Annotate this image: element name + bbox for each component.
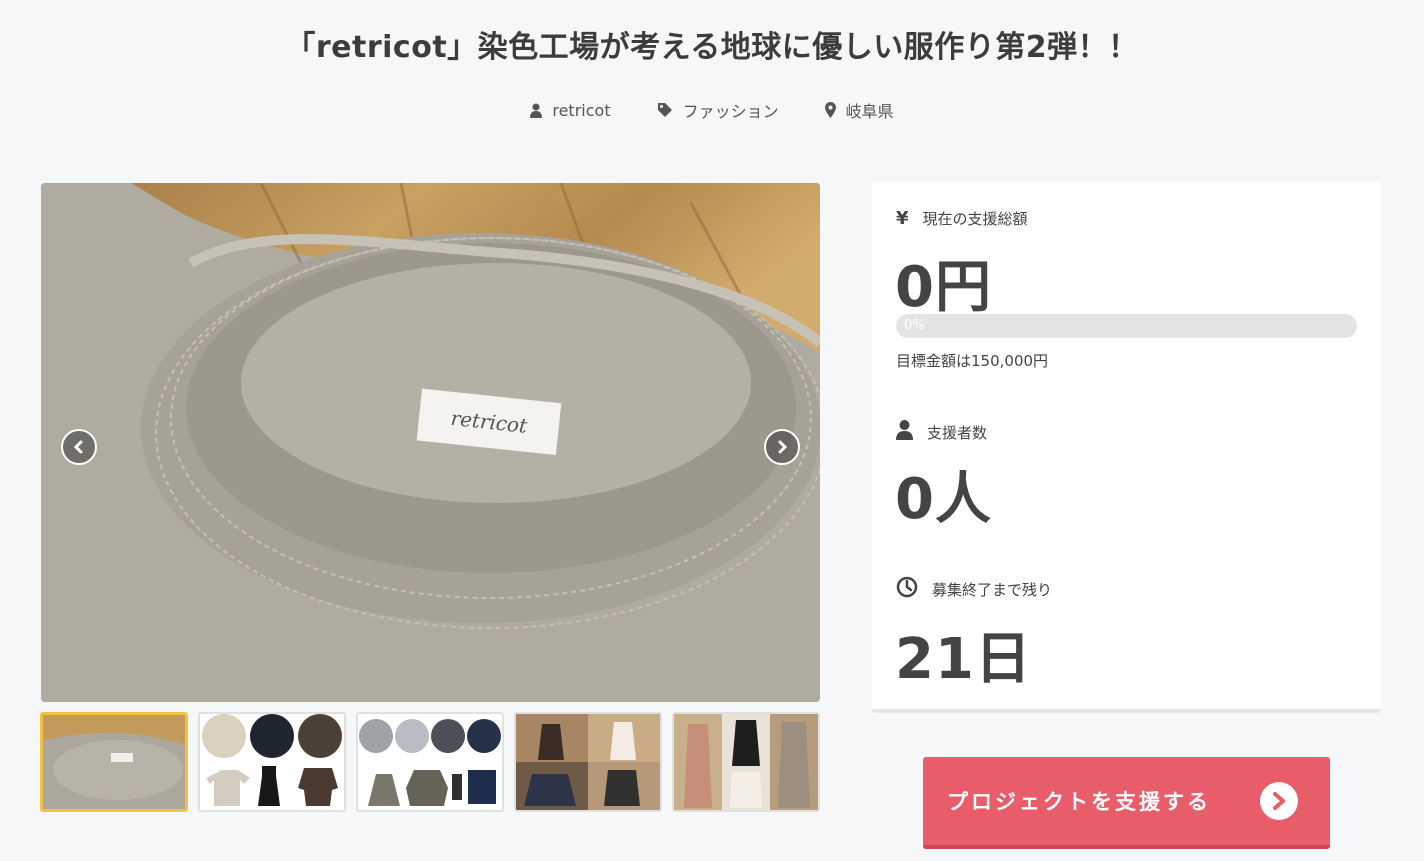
chevron-left-icon [73, 440, 83, 454]
sweatshirt-photo: retricot [41, 183, 820, 702]
thumbnail-strip [40, 712, 820, 812]
clock-icon [896, 576, 918, 602]
progress-percent: 0% [904, 318, 925, 333]
backers-value: 0人 [895, 467, 992, 532]
support-button-label: プロジェクトを支援する [947, 790, 1211, 814]
remaining-value: 21日 [895, 627, 1032, 692]
funding-stats-card: ¥ 現在の支援総額 0円 0% 目標金額は150,000円 支援者数 0人 募集… [872, 182, 1381, 713]
owner-name: retricot [552, 100, 611, 120]
backers-label: 支援者数 [927, 423, 988, 442]
thumbnail-2[interactable] [198, 712, 346, 812]
yen-icon: ¥ [896, 208, 909, 229]
remaining-label: 募集終了まで残り [932, 580, 1053, 599]
amount-value: 0円 [895, 255, 992, 320]
thumbnail-4[interactable] [514, 712, 662, 812]
remaining-label-row: 募集終了まで残り [896, 576, 1052, 602]
user-icon [530, 103, 543, 118]
main-project-image: retricot [41, 183, 820, 702]
thumbnail-3[interactable] [356, 712, 504, 812]
support-project-button[interactable]: プロジェクトを支援する [923, 757, 1330, 849]
chevron-right-circle-icon [1260, 782, 1298, 820]
project-title: 「retricot」染色工場が考える地球に優しい服作り第2弾！！ [285, 30, 1139, 65]
backers-label-row: 支援者数 [896, 420, 987, 444]
category-name: ファッション [682, 102, 779, 121]
amount-label-row: ¥ 現在の支援総額 [896, 208, 1028, 229]
chevron-right-icon [778, 440, 788, 454]
project-meta: retricot ファッション 岐阜県 [0, 98, 1424, 122]
owner-link[interactable]: retricot [530, 98, 611, 122]
next-image-button[interactable] [764, 429, 800, 465]
tag-icon [657, 102, 673, 118]
thumbnail-1[interactable] [40, 712, 188, 812]
prev-image-button[interactable] [61, 429, 97, 465]
funding-progress-bar: 0% [896, 314, 1357, 338]
user-icon [896, 420, 913, 444]
location-name: 岐阜県 [845, 102, 894, 121]
thumbnail-5[interactable] [672, 712, 820, 812]
category-link[interactable]: ファッション [657, 98, 779, 122]
goal-amount: 目標金額は150,000円 [896, 352, 1049, 370]
location-link[interactable]: 岐阜県 [824, 98, 894, 122]
amount-label: 現在の支援総額 [922, 210, 1028, 228]
map-pin-icon [824, 102, 836, 118]
